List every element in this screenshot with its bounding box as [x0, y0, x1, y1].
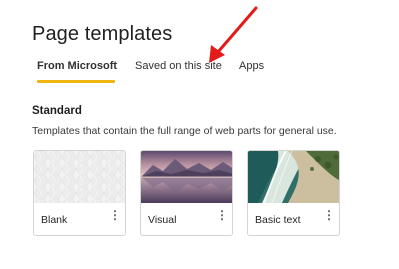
active-tab-indicator	[37, 80, 115, 83]
beach-aerial-thumbnail	[248, 151, 339, 203]
page-templates-panel: Page templates From Microsoft Saved on t…	[0, 0, 399, 269]
section-description: Templates that contain the full range of…	[32, 125, 337, 137]
template-label: Basic text	[255, 214, 301, 226]
tab-apps[interactable]: Apps	[239, 60, 264, 72]
section-title: Standard	[32, 105, 82, 117]
blank-pattern-thumbnail	[34, 151, 125, 203]
mountain-lake-thumbnail	[141, 151, 232, 203]
more-options-icon[interactable]: ⋮	[109, 208, 121, 222]
more-options-icon[interactable]: ⋮	[323, 208, 335, 222]
tab-from-microsoft[interactable]: From Microsoft	[37, 60, 117, 72]
template-label: Blank	[41, 214, 68, 226]
page-title: Page templates	[32, 23, 173, 45]
template-label: Visual	[148, 214, 177, 226]
template-card-blank[interactable]: Blank ⋮	[33, 150, 126, 236]
more-options-icon[interactable]: ⋮	[216, 208, 228, 222]
template-card-basic-text[interactable]: Basic text ⋮	[247, 150, 340, 236]
tab-saved-on-this-site[interactable]: Saved on this site	[135, 60, 222, 72]
template-card-visual[interactable]: Visual ⋮	[140, 150, 233, 236]
